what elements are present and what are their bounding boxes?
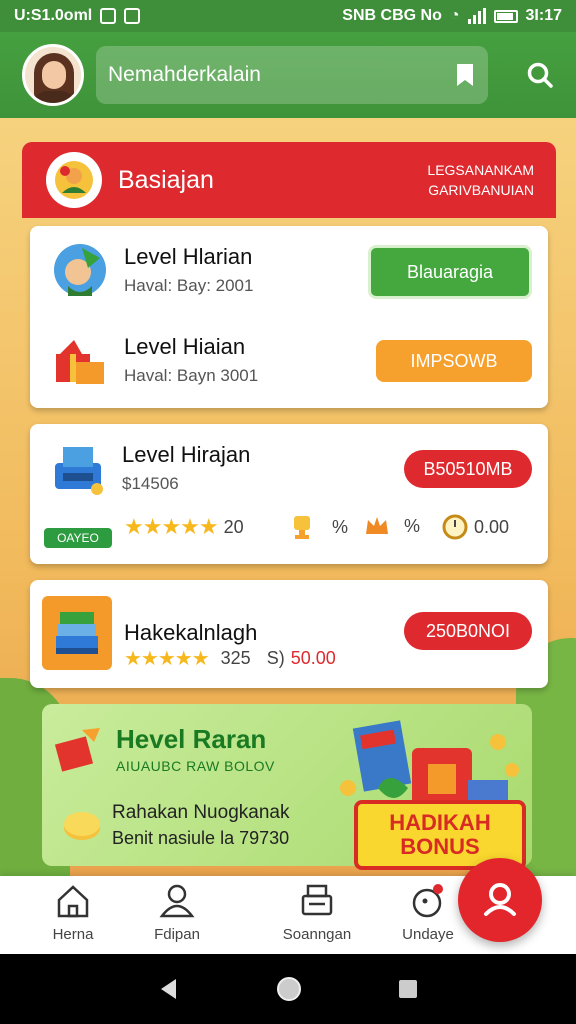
back-icon[interactable] — [156, 976, 182, 1002]
stat-3: 0.00 — [442, 514, 509, 540]
status-time: U:S1.0oml — [14, 7, 93, 24]
nav-item-profile[interactable]: Fdipan — [146, 882, 208, 943]
nav-item-scan[interactable]: Soanngan — [208, 882, 426, 943]
section-logo-icon — [46, 152, 102, 208]
rating: ★★★★★ 20 — [124, 514, 244, 540]
rating: ★★★★★ 325 S) 50.00 — [124, 646, 336, 671]
character-icon — [50, 240, 110, 300]
status-bar: U:S1.0oml SNB CBG No ◔ 3I:17 — [0, 0, 576, 32]
notification-icon — [100, 8, 117, 24]
gift-icon — [50, 330, 110, 390]
search-box[interactable] — [96, 46, 488, 104]
price: 50.00 — [290, 648, 336, 668]
status-badge: OAYEO — [44, 528, 112, 548]
promo-subtitle: AIUAUBC RAW BOLOV — [116, 758, 275, 774]
stars-icon: ★★★★★ — [124, 648, 210, 670]
item-title: Level Hiaian — [124, 334, 246, 359]
battery-icon — [493, 9, 518, 23]
profile-fab-button[interactable] — [458, 858, 542, 942]
recents-icon[interactable] — [396, 977, 420, 1001]
user-icon — [484, 883, 516, 916]
clock-icon — [442, 514, 468, 540]
trophy-icon — [294, 516, 310, 539]
search-icon[interactable] — [526, 61, 554, 89]
rating-count: 325 — [220, 648, 251, 668]
list-item[interactable]: Level Hlarian Haval: Bay: 2001 — [50, 240, 253, 300]
crown-icon — [366, 517, 388, 534]
message-icon — [124, 8, 141, 24]
nav-item-home[interactable]: Herna — [0, 882, 146, 943]
printer-icon — [301, 884, 333, 916]
section-title: Basiajan — [118, 165, 214, 194]
gift-icon — [54, 728, 100, 772]
home-icon — [57, 885, 89, 918]
nav-label: Soanngan — [282, 926, 352, 943]
avatar[interactable] — [22, 44, 84, 106]
list-item[interactable]: Level Hiaian Haval: Bayn 3001 — [50, 330, 258, 390]
item-subtitle: Haval: Bayn 3001 — [124, 366, 259, 385]
item-price: $14506 — [122, 474, 179, 493]
item-action-button[interactable]: 250B0NOI — [404, 612, 532, 650]
section-subtitle: LEGSANANKAM GARIVBANUIAN — [427, 162, 534, 198]
wifi-icon: ◔ — [449, 7, 460, 24]
promo-line-2: Benit nasiule la 79730 — [112, 828, 290, 848]
item-action-button[interactable]: Blauaragia — [368, 245, 532, 299]
stat-2: % — [364, 514, 420, 538]
printer-item-icon — [48, 438, 108, 498]
home-circle-icon[interactable] — [275, 975, 303, 1003]
user-icon — [159, 884, 195, 918]
item-title: Level Hlarian — [124, 244, 253, 269]
rating-count: 20 — [223, 516, 244, 537]
list-item[interactable]: Level Hirajan $14506 — [48, 438, 250, 498]
item-title: Hakekalnlagh — [124, 620, 258, 645]
coin-icon — [64, 812, 100, 840]
item-action-button[interactable]: B50510MB — [404, 450, 532, 488]
stat-1: % — [290, 514, 348, 540]
item-action-button[interactable]: IMPSOWB — [376, 340, 532, 382]
item-subtitle: Haval: Bay: 2001 — [124, 276, 254, 295]
nav-item-update[interactable]: Undaye — [402, 882, 454, 943]
books-icon — [42, 596, 112, 670]
notification-icon — [412, 884, 443, 918]
promo-title: Hevel Raran — [116, 724, 267, 754]
search-input[interactable] — [108, 63, 428, 87]
signal-icon — [467, 8, 486, 24]
bookmark-icon[interactable] — [454, 62, 476, 88]
system-nav-bar — [0, 954, 576, 1024]
nav-label: Undaye — [402, 926, 454, 943]
price-prefix: S) — [266, 648, 285, 668]
promo-line-1: Rahakan Nuogkanak — [112, 802, 290, 823]
app-header — [0, 32, 576, 118]
section-header: Basiajan LEGSANANKAM GARIVBANUIAN — [22, 142, 556, 218]
nav-label: Fdipan — [154, 926, 200, 943]
status-network-text: SNB CBG No — [342, 7, 442, 24]
nav-label: Herna — [52, 926, 94, 943]
status-battery-text: 3I:17 — [525, 7, 562, 24]
stars-icon: ★★★★★ — [124, 514, 219, 539]
item-title: Level Hirajan — [122, 442, 251, 467]
